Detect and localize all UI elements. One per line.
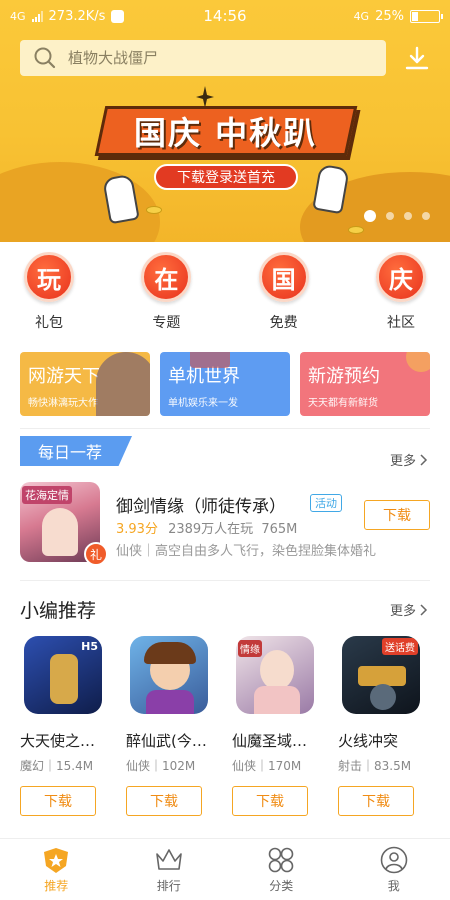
community-icon: 庆: [375, 252, 426, 302]
section-title: 小编推荐: [20, 600, 97, 622]
tile-online-games[interactable]: 网游天下 畅快淋漓玩大作: [20, 352, 150, 416]
game-name: 大天使之…: [20, 732, 96, 750]
pagination-dot[interactable]: [364, 210, 376, 222]
game-info: 射击｜83.5M: [338, 759, 412, 773]
tile-new-reservations[interactable]: 新游预约 天天都有新鲜货: [300, 352, 430, 416]
bottom-nav: 推荐 排行 分类 我: [0, 838, 450, 900]
banner-subtitle: 下载登录送首充: [154, 164, 298, 190]
signal-icon: [31, 10, 43, 22]
banner-title: 国庆 中秋趴: [94, 106, 358, 156]
pagination-dot[interactable]: [422, 212, 430, 220]
category-label: 专题: [152, 315, 181, 331]
nav-label: 我: [387, 878, 400, 893]
category-free[interactable]: 国 免费: [251, 252, 317, 336]
download-button[interactable]: 下载: [232, 786, 308, 816]
nav-label: 推荐: [44, 878, 69, 893]
status-bar: 4G 273.2K/s 14:56 4G 25%: [0, 0, 450, 32]
game-players: 2389万人在玩: [168, 522, 254, 537]
game-tag: H5: [81, 640, 98, 653]
pick-card[interactable]: H5 大天使之… 魔幻｜15.4M 下载: [20, 636, 114, 816]
nav-me[interactable]: 我: [338, 839, 450, 900]
game-meta: 3.93分 2389万人在玩 765M: [116, 518, 297, 537]
game-name: 醉仙武(今…: [126, 732, 207, 750]
daily-more-link[interactable]: 更多: [390, 450, 428, 469]
network-label: 4G: [10, 9, 26, 23]
feature-tiles: 网游天下 畅快淋漓玩大作 单机世界 单机娱乐来一发 新游预约 天天都有新鲜货: [20, 352, 430, 416]
topic-icon: 在: [141, 252, 192, 302]
pagination-dot[interactable]: [404, 212, 412, 220]
gift-pack-icon: 玩: [24, 252, 74, 302]
daily-game-card[interactable]: 花海定情 礼 御剑情缘（师徒传承） 活动 3.93分 2389万人在玩 765M…: [20, 482, 430, 566]
star-shield-icon: [44, 847, 69, 873]
pick-card[interactable]: 送话费 火线冲突 射击｜83.5M 下载: [338, 636, 432, 816]
nav-category[interactable]: 分类: [225, 839, 338, 900]
game-icon-label: 花海定情: [22, 486, 72, 504]
game-icon: H5: [24, 636, 102, 714]
game-info: 仙侠｜102M: [126, 759, 196, 773]
download-button[interactable]: 下载: [364, 500, 430, 530]
gift-icon: 礼: [84, 542, 108, 566]
search-icon: [34, 47, 56, 69]
editor-more-link[interactable]: 更多: [390, 600, 428, 619]
notification-icon: [111, 9, 125, 23]
nav-recommend[interactable]: 推荐: [0, 839, 113, 900]
game-title: 御剑情缘（师徒传承）: [116, 497, 286, 517]
tile-subtitle: 单机娱乐来一发: [168, 398, 238, 409]
category-community[interactable]: 庆 社区: [368, 252, 434, 336]
category-label: 免费: [269, 315, 298, 331]
sparkle-icon: [196, 86, 214, 108]
crown-icon: [155, 848, 182, 870]
game-icon: [130, 636, 208, 714]
header: 4G 273.2K/s 14:56 4G 25% 植物大战僵尸 国庆 中秋趴 下…: [0, 0, 450, 242]
chevron-right-icon: [420, 453, 428, 466]
tile-subtitle: 天天都有新鲜货: [308, 398, 378, 409]
search-bar[interactable]: [20, 40, 386, 76]
download-button[interactable]: 下载: [20, 786, 96, 816]
download-manager-icon[interactable]: [404, 45, 430, 71]
game-name: 仙魔圣域…: [232, 732, 308, 750]
user-icon: [380, 846, 408, 873]
editor-picks-list: H5 大天使之… 魔幻｜15.4M 下载 醉仙武(今… 仙侠｜102M 下载 情…: [20, 636, 432, 816]
search-input[interactable]: [68, 49, 348, 67]
net-speed: 273.2K/s: [48, 8, 106, 24]
category-gift[interactable]: 玩 礼包: [16, 252, 82, 336]
game-name: 火线冲突: [338, 732, 399, 750]
promo-banner[interactable]: 国庆 中秋趴 下载登录送首充: [0, 80, 450, 242]
banner-pagination: [364, 210, 430, 222]
game-info: 仙侠｜170M: [232, 759, 302, 773]
nav-label: 分类: [269, 878, 294, 893]
category-topic[interactable]: 在 专题: [133, 252, 199, 336]
download-button[interactable]: 下载: [126, 786, 202, 816]
chevron-right-icon: [420, 603, 428, 616]
game-size: 765M: [261, 522, 298, 537]
pick-card[interactable]: 情缘 仙魔圣域… 仙侠｜170M 下载: [232, 636, 326, 816]
battery-text: 25%: [375, 8, 404, 24]
game-info: 魔幻｜15.4M: [20, 759, 94, 773]
pick-card[interactable]: 醉仙武(今… 仙侠｜102M 下载: [126, 636, 220, 816]
nav-label: 排行: [156, 878, 181, 893]
nav-ranking[interactable]: 排行: [113, 839, 226, 900]
free-icon: 国: [258, 252, 309, 302]
game-icon: 送话费: [342, 636, 420, 714]
network-right-label: 4G: [353, 9, 370, 23]
grid-circles-icon: [268, 847, 294, 872]
game-icon: 情缘: [236, 636, 314, 714]
pagination-dot[interactable]: [386, 212, 394, 220]
category-label: 礼包: [35, 315, 63, 331]
daily-pick-tag: 每日一荐: [20, 436, 132, 466]
game-tag: 情缘: [238, 640, 262, 657]
game-description: 仙侠｜高空自由多人飞行，染色捏脸集体婚礼: [116, 544, 377, 559]
download-button[interactable]: 下载: [338, 786, 414, 816]
tile-single-player[interactable]: 单机世界 单机娱乐来一发: [160, 352, 290, 416]
battery-icon: [410, 9, 443, 23]
game-score: 3.93分: [116, 522, 158, 537]
category-label: 社区: [386, 315, 415, 331]
game-tag: 送话费: [382, 638, 418, 655]
activity-badge: 活动: [310, 494, 342, 512]
tile-title: 新游预约: [308, 366, 380, 387]
category-row: 玩 礼包 在 专题 国 免费 庆 社区: [0, 252, 450, 336]
